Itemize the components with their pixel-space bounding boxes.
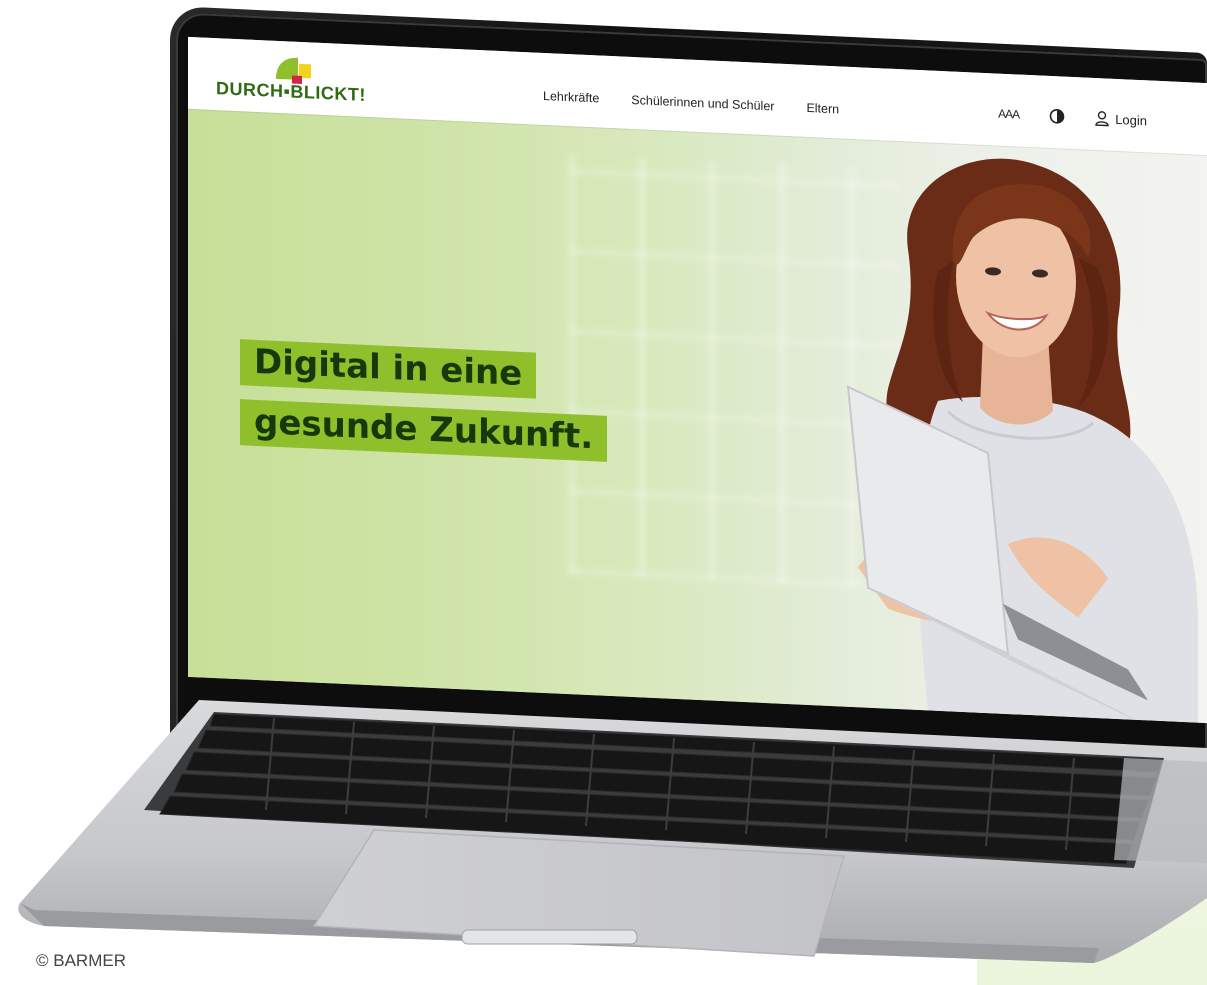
contrast-button[interactable] — [1049, 108, 1065, 125]
login-label: Login — [1115, 111, 1147, 128]
laptop-base — [18, 700, 1207, 963]
font-size-button[interactable]: AAA — [998, 107, 1019, 122]
nav-item-lehrkraefte[interactable]: Lehrkräfte — [543, 89, 599, 106]
header-tools: AAA Login — [998, 106, 1147, 129]
hero-headline: Digital in eine gesunde Zukunft. — [240, 339, 608, 476]
hero-woman-image — [846, 158, 1198, 724]
font-size-icon: AAA — [998, 106, 1020, 122]
nav-item-schueler[interactable]: Schülerinnen und Schüler — [631, 93, 774, 114]
logo-text: DURCH▪BLICKT! — [216, 78, 366, 105]
main-nav: Lehrkräfte Schülerinnen und Schüler Elte… — [543, 89, 839, 116]
user-icon — [1095, 111, 1109, 127]
image-credit: © BARMER — [36, 951, 126, 970]
site-logo[interactable]: DURCH▪BLICKT! — [216, 52, 396, 110]
laptop-lid: DURCH▪BLICKT! Lehrkräfte Schülerinnen un… — [170, 6, 1207, 789]
nav-item-eltern[interactable]: Eltern — [806, 101, 839, 116]
website-screen: DURCH▪BLICKT! Lehrkräfte Schülerinnen un… — [188, 36, 1207, 724]
contrast-icon — [1049, 108, 1065, 124]
login-button[interactable]: Login — [1095, 110, 1147, 128]
